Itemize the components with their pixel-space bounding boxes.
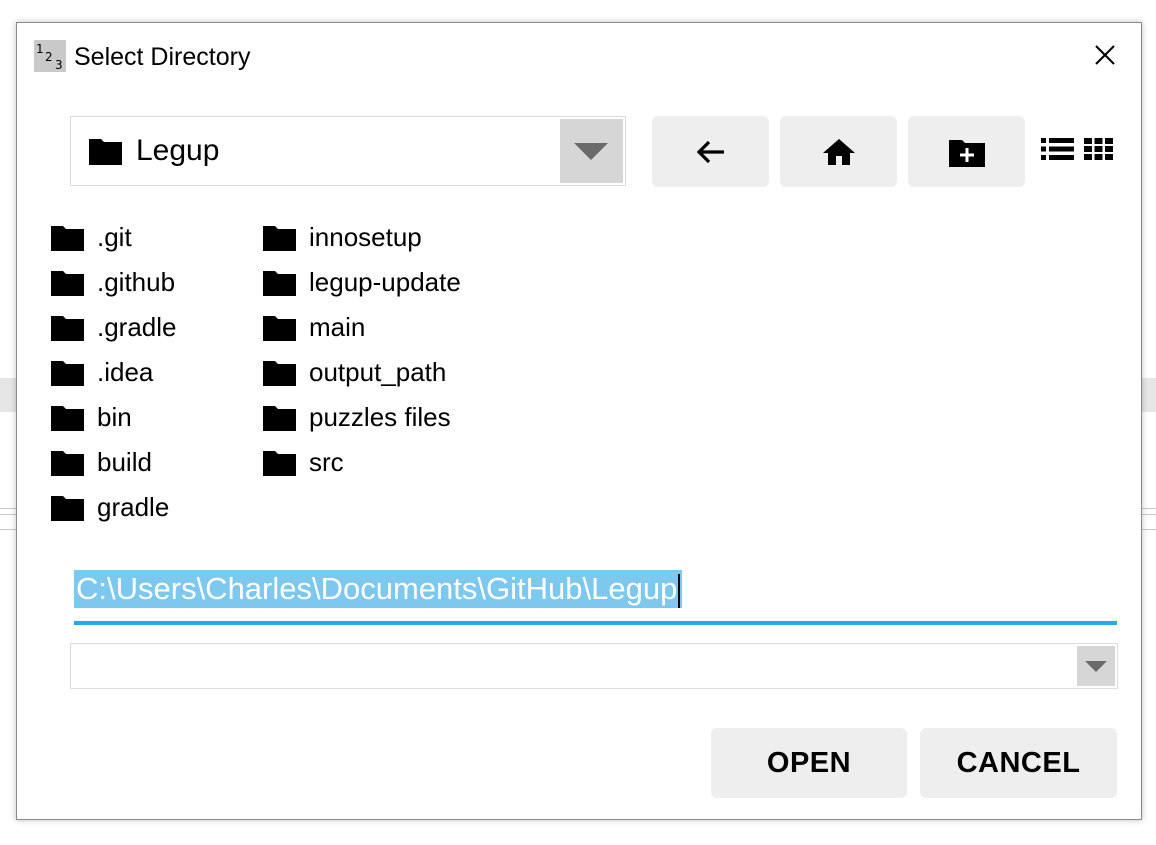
home-button[interactable] [780, 116, 897, 187]
back-button[interactable] [652, 116, 769, 187]
background-window-line [0, 508, 16, 509]
folder-item[interactable]: bin [51, 397, 132, 437]
chevron-down-icon [1085, 661, 1107, 672]
home-icon [822, 138, 855, 165]
svg-text:2: 2 [45, 50, 53, 64]
background-window-line [0, 514, 16, 515]
background-window-strip [0, 378, 16, 412]
folder-item[interactable]: .github [51, 262, 175, 302]
folder-icon [263, 450, 296, 476]
path-input-value: C:\Users\Charles\Documents\GitHub\Legup [76, 571, 678, 606]
folder-icon [51, 225, 84, 251]
folder-icon [89, 139, 122, 165]
folder-item[interactable]: puzzles files [263, 397, 451, 437]
path-input-selected-text: C:\Users\Charles\Documents\GitHub\Legup [74, 570, 683, 608]
folder-icon [263, 405, 296, 431]
folder-item[interactable]: .git [51, 217, 132, 257]
folder-name: .idea [97, 356, 154, 387]
folder-icon [51, 405, 84, 431]
list-view-icon[interactable] [1041, 137, 1074, 161]
folder-name: main [309, 311, 366, 342]
legup-123-icon: 1 2 3 [34, 40, 66, 72]
new-folder-icon [948, 139, 985, 167]
folder-item[interactable]: output_path [263, 352, 446, 392]
folder-icon [51, 360, 84, 386]
directory-dropdown-arrow[interactable] [560, 119, 623, 183]
directory-dropdown[interactable]: Legup [70, 116, 626, 186]
background-window-line [1142, 514, 1156, 515]
background-window-line [1142, 508, 1156, 509]
folder-name: .git [97, 221, 132, 252]
folder-name: legup-update [309, 266, 461, 297]
dialog-title: Select Directory [74, 43, 251, 71]
chevron-down-icon [574, 143, 608, 160]
folder-icon [51, 270, 84, 296]
folder-icon [51, 495, 84, 521]
folder-icon [263, 225, 296, 251]
folder-icon [263, 360, 296, 386]
folder-item[interactable]: gradle [51, 487, 169, 527]
svg-text:1: 1 [36, 42, 44, 56]
new-folder-button[interactable] [908, 116, 1025, 187]
folder-name: output_path [309, 356, 447, 387]
folder-name: .gradle [97, 311, 177, 342]
folder-name: build [97, 446, 152, 477]
folder-item[interactable]: legup-update [263, 262, 461, 302]
folder-name: .github [97, 266, 176, 297]
folder-item[interactable]: .gradle [51, 307, 177, 347]
cancel-button[interactable]: CANCEL [920, 728, 1117, 798]
folder-icon [263, 315, 296, 341]
arrow-left-icon [696, 140, 724, 163]
folder-name: gradle [97, 491, 170, 522]
folder-item[interactable]: build [51, 442, 152, 482]
folder-name: puzzles files [309, 401, 451, 432]
folder-item[interactable]: .idea [51, 352, 153, 392]
select-directory-dialog: 1 2 3 Select Directory Legup .git .githu… [16, 22, 1142, 820]
open-button[interactable]: OPEN [711, 728, 907, 798]
close-icon[interactable] [1087, 37, 1123, 73]
path-input[interactable]: C:\Users\Charles\Documents\GitHub\Legup [74, 563, 1117, 625]
folder-name: innosetup [309, 221, 422, 252]
background-window-strip [1142, 378, 1156, 412]
grid-view-icon[interactable] [1084, 137, 1113, 161]
svg-text:3: 3 [55, 58, 63, 72]
folder-icon [51, 450, 84, 476]
background-window-line [0, 529, 16, 530]
file-filter-dropdown[interactable] [70, 643, 1118, 689]
folder-icon [51, 315, 84, 341]
folder-item[interactable]: src [263, 442, 344, 482]
file-filter-dropdown-arrow[interactable] [1077, 646, 1115, 686]
background-window-line [1142, 529, 1156, 530]
folder-item[interactable]: main [263, 307, 365, 347]
folder-name: src [309, 446, 344, 477]
text-caret [678, 573, 681, 608]
folder-item[interactable]: innosetup [263, 217, 422, 257]
folder-icon [263, 270, 296, 296]
folder-name: bin [97, 401, 132, 432]
current-directory-label: Legup [136, 134, 220, 167]
